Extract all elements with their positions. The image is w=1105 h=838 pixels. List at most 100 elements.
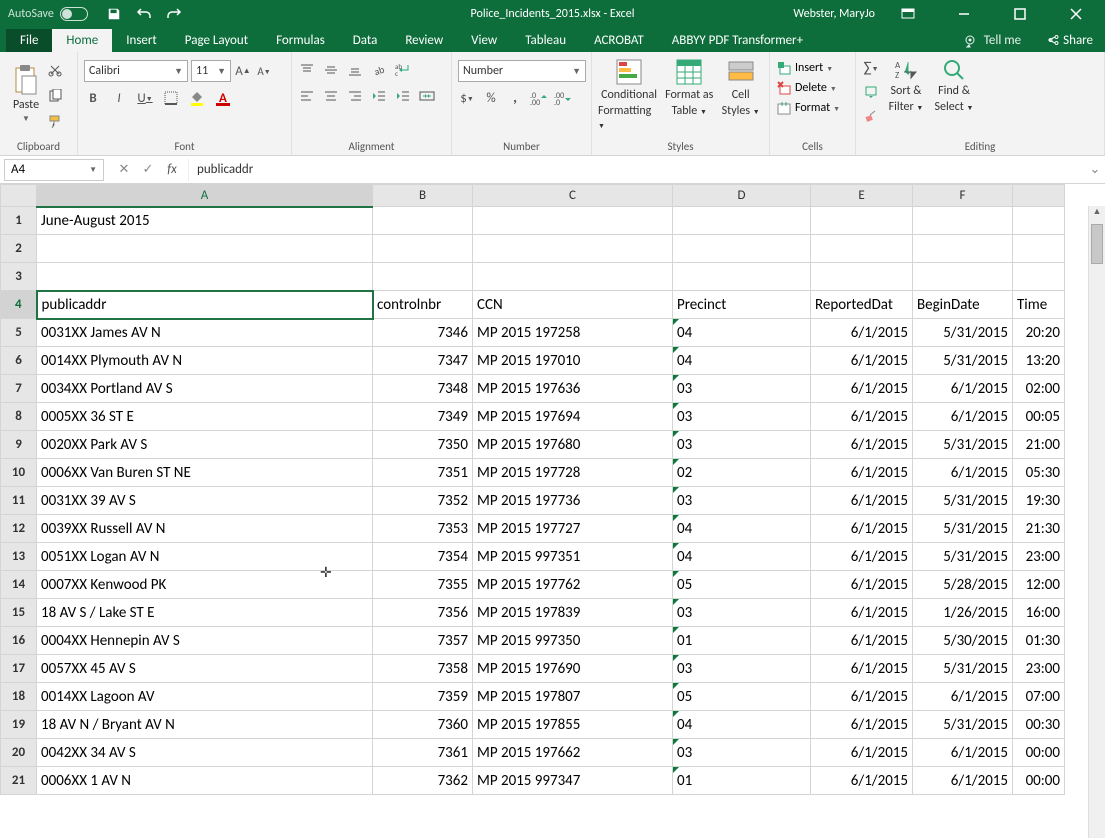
- tab-file[interactable]: File: [6, 29, 52, 52]
- minimize-icon[interactable]: [941, 0, 987, 28]
- cell-A5[interactable]: 0031XX James AV N: [37, 319, 373, 347]
- cell-E10[interactable]: 6/1/2015: [811, 459, 913, 487]
- cell-D5[interactable]: 04: [673, 319, 811, 347]
- row-header-11[interactable]: 11: [1, 487, 37, 515]
- cell-G19[interactable]: 00:30: [1013, 711, 1065, 739]
- bold-icon[interactable]: B: [84, 88, 102, 108]
- cell-C12[interactable]: MP 2015 197727: [473, 515, 673, 543]
- wrap-text-icon[interactable]: abc: [394, 60, 412, 80]
- font-name-combo[interactable]: Calibri▼: [84, 60, 188, 82]
- cell-G13[interactable]: 23:00: [1013, 543, 1065, 571]
- cell-B5[interactable]: 7346: [373, 319, 473, 347]
- cell-G17[interactable]: 23:00: [1013, 655, 1065, 683]
- cell-G6[interactable]: 13:20: [1013, 347, 1065, 375]
- tab-formulas[interactable]: Formulas: [262, 29, 339, 52]
- conditional-formatting-button[interactable]: Conditional Formatting ▼: [598, 58, 660, 132]
- cell-A1[interactable]: June-August 2015: [37, 207, 373, 235]
- cell-D20[interactable]: 03: [673, 739, 811, 767]
- cell-D8[interactable]: 03: [673, 403, 811, 431]
- find-select-button[interactable]: Find & Select ▼: [932, 58, 976, 114]
- row-header-19[interactable]: 19: [1, 711, 37, 739]
- copy-icon[interactable]: [46, 86, 64, 106]
- cell-C17[interactable]: MP 2015 197690: [473, 655, 673, 683]
- cell-E7[interactable]: 6/1/2015: [811, 375, 913, 403]
- cell-D12[interactable]: 04: [673, 515, 811, 543]
- cell-B4[interactable]: controlnbr: [373, 291, 473, 319]
- cell-D19[interactable]: 04: [673, 711, 811, 739]
- row-header-14[interactable]: 14: [1, 571, 37, 599]
- cell-B10[interactable]: 7351: [373, 459, 473, 487]
- name-box[interactable]: A4 ▼: [4, 159, 104, 181]
- cell-G9[interactable]: 21:00: [1013, 431, 1065, 459]
- row-header-17[interactable]: 17: [1, 655, 37, 683]
- format-cells-button[interactable]: Format▼: [776, 100, 840, 116]
- cell-C8[interactable]: MP 2015 197694: [473, 403, 673, 431]
- cell-C20[interactable]: MP 2015 197662: [473, 739, 673, 767]
- worksheet-grid[interactable]: ABCDEF1June-August 2015234publicaddrcont…: [0, 184, 1105, 838]
- cell-G4[interactable]: Time: [1013, 291, 1065, 319]
- cell-F20[interactable]: 6/1/2015: [913, 739, 1013, 767]
- col-header-F[interactable]: F: [913, 185, 1013, 207]
- cell-G15[interactable]: 16:00: [1013, 599, 1065, 627]
- cut-icon[interactable]: [46, 60, 64, 80]
- cell-E11[interactable]: 6/1/2015: [811, 487, 913, 515]
- cell-A9[interactable]: 0020XX Park AV S: [37, 431, 373, 459]
- row-header-6[interactable]: 6: [1, 347, 37, 375]
- share-button[interactable]: Share: [1033, 29, 1105, 52]
- row-header-9[interactable]: 9: [1, 431, 37, 459]
- row-header-21[interactable]: 21: [1, 767, 37, 795]
- col-header-C[interactable]: C: [473, 185, 673, 207]
- close-icon[interactable]: [1053, 0, 1099, 28]
- cell-F14[interactable]: 5/28/2015: [913, 571, 1013, 599]
- decrease-indent-icon[interactable]: [370, 86, 388, 106]
- percent-icon[interactable]: %: [482, 88, 500, 108]
- cancel-formula-icon[interactable]: ✕: [116, 162, 132, 177]
- cell-C18[interactable]: MP 2015 197807: [473, 683, 673, 711]
- cell-F17[interactable]: 5/31/2015: [913, 655, 1013, 683]
- cell-A15[interactable]: 18 AV S / Lake ST E: [37, 599, 373, 627]
- row-header-7[interactable]: 7: [1, 375, 37, 403]
- row-header-4[interactable]: 4: [1, 291, 37, 319]
- row-header-2[interactable]: 2: [1, 235, 37, 263]
- insert-cells-button[interactable]: Insert▼: [776, 60, 833, 76]
- cell-C11[interactable]: MP 2015 197736: [473, 487, 673, 515]
- formula-input[interactable]: publicaddr: [188, 159, 1085, 181]
- cell-C13[interactable]: MP 2015 997351: [473, 543, 673, 571]
- col-header-A[interactable]: A: [37, 185, 373, 207]
- cell-D6[interactable]: 04: [673, 347, 811, 375]
- cell-E14[interactable]: 6/1/2015: [811, 571, 913, 599]
- clear-icon[interactable]: [862, 106, 880, 126]
- cell-E8[interactable]: 6/1/2015: [811, 403, 913, 431]
- cell-F11[interactable]: 5/31/2015: [913, 487, 1013, 515]
- cell-B6[interactable]: 7347: [373, 347, 473, 375]
- tab-tableau[interactable]: Tableau: [511, 29, 580, 52]
- align-middle-icon[interactable]: [322, 60, 340, 80]
- align-right-icon[interactable]: [346, 86, 364, 106]
- decrease-font-icon[interactable]: A▼: [255, 61, 273, 81]
- cell-D16[interactable]: 01: [673, 627, 811, 655]
- cell-G11[interactable]: 19:30: [1013, 487, 1065, 515]
- comma-icon[interactable]: ,: [506, 88, 524, 108]
- align-top-icon[interactable]: [298, 60, 316, 80]
- cell-B19[interactable]: 7360: [373, 711, 473, 739]
- cell-C6[interactable]: MP 2015 197010: [473, 347, 673, 375]
- cell-D21[interactable]: 01: [673, 767, 811, 795]
- cell-B20[interactable]: 7361: [373, 739, 473, 767]
- tell-me[interactable]: Tell me: [952, 29, 1033, 52]
- cell-G5[interactable]: 20:20: [1013, 319, 1065, 347]
- cell-D18[interactable]: 05: [673, 683, 811, 711]
- cell-E12[interactable]: 6/1/2015: [811, 515, 913, 543]
- fx-icon[interactable]: fx: [164, 162, 180, 177]
- cell-F18[interactable]: 6/1/2015: [913, 683, 1013, 711]
- cell-C4[interactable]: CCN: [473, 291, 673, 319]
- cell-D7[interactable]: 03: [673, 375, 811, 403]
- increase-font-icon[interactable]: A▲: [234, 61, 252, 81]
- fill-icon[interactable]: [862, 82, 880, 102]
- cell-A21[interactable]: 0006XX 1 AV N: [37, 767, 373, 795]
- tab-abbyy[interactable]: ABBYY PDF Transformer+: [658, 29, 817, 52]
- orientation-icon[interactable]: ab: [370, 60, 388, 80]
- cell-B8[interactable]: 7349: [373, 403, 473, 431]
- font-size-combo[interactable]: 11▼: [191, 60, 231, 82]
- cell-B21[interactable]: 7362: [373, 767, 473, 795]
- cell-E6[interactable]: 6/1/2015: [811, 347, 913, 375]
